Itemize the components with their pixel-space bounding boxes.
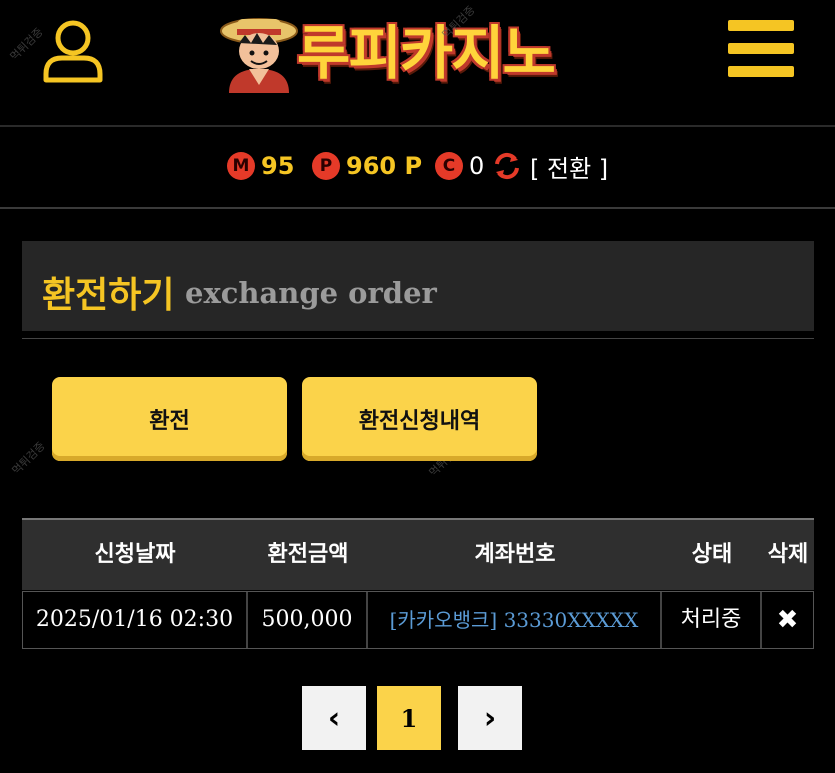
swap-link[interactable]: [ 전환 ] — [530, 149, 608, 184]
mascot-logo-image — [220, 18, 298, 93]
exchange-history-button[interactable]: 환전신청내역 — [302, 377, 537, 461]
money-balance: M 95 — [227, 150, 294, 182]
points-divider — [0, 207, 835, 209]
title-divider — [22, 338, 814, 339]
point-badge: P — [312, 152, 340, 180]
user-icon[interactable] — [42, 18, 104, 84]
casino-value: 0 — [469, 152, 485, 180]
cell-account: [카카오뱅크] 33330XXXXX — [368, 592, 662, 648]
site-logo[interactable]: 루피카지노 — [215, 5, 630, 95]
watermark: 먹튀검증 — [9, 439, 48, 478]
page-title: 환전하기 — [42, 275, 175, 316]
point-value: 960 P — [346, 152, 423, 180]
delete-icon[interactable]: ✖ — [762, 592, 813, 648]
header-date: 신청날짜 — [94, 542, 176, 567]
money-badge: M — [227, 152, 255, 180]
page-1-button[interactable]: 1 — [377, 686, 441, 750]
exchange-button[interactable]: 환전 — [52, 377, 287, 461]
header-status: 상태 — [691, 542, 733, 567]
header-account: 계좌번호 — [474, 542, 556, 567]
logo-text: 루피카지노 — [297, 19, 556, 87]
casino-balance: C 0 — [435, 150, 484, 182]
cell-date: 2025/01/16 02:30 — [23, 592, 248, 648]
money-value: 95 — [261, 152, 295, 180]
refresh-icon[interactable] — [492, 151, 522, 181]
cell-status: 처리중 — [662, 592, 762, 648]
cell-amount: 500,000 — [248, 592, 368, 648]
prev-page-button[interactable]: ‹ — [302, 686, 366, 750]
header-delete: 삭제 — [767, 542, 809, 567]
point-balance: P 960 P — [312, 150, 422, 182]
hamburger-menu-icon[interactable] — [728, 20, 794, 78]
next-page-button[interactable]: › — [458, 686, 522, 750]
casino-badge: C — [435, 152, 463, 180]
page-subtitle: exchange order — [185, 276, 437, 310]
swap-control[interactable]: [ 전환 ] — [492, 149, 608, 184]
header-amount: 환전금액 — [267, 542, 349, 567]
